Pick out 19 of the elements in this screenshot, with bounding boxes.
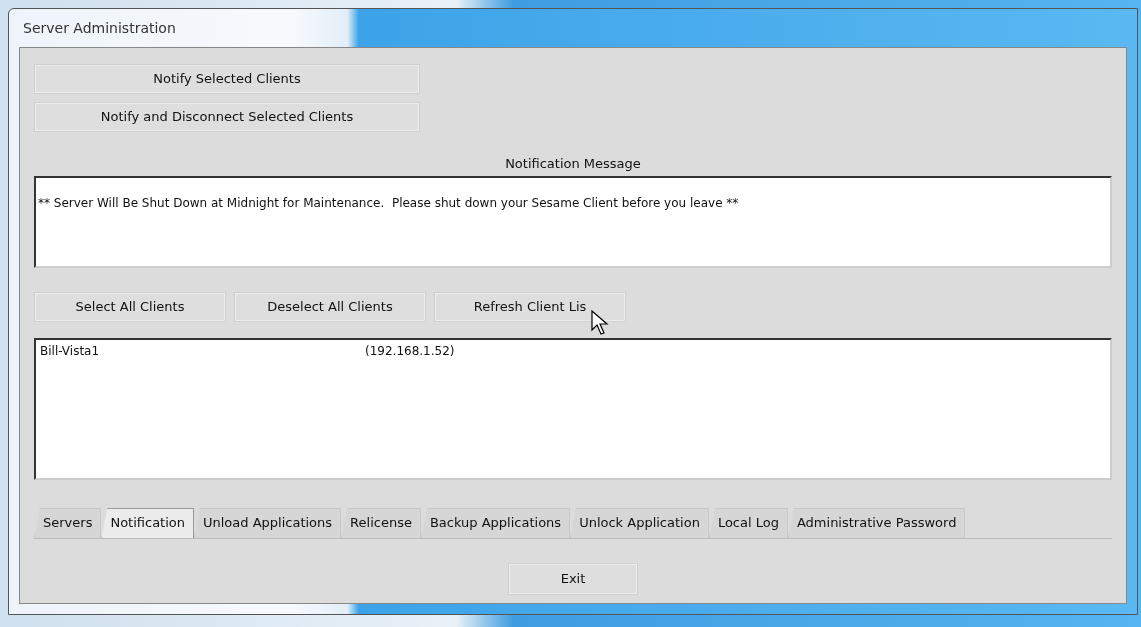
tab[interactable]: Relicense — [341, 507, 421, 538]
tab[interactable]: Administrative Password — [787, 507, 966, 538]
window-title: Server Administration — [22, 18, 177, 38]
message-label: Notification Message — [504, 155, 642, 173]
tab[interactable]: Servers — [34, 507, 102, 538]
notify-button[interactable]: Notify and Disconnect Selected Clients — [34, 102, 420, 132]
message-field[interactable]: ** Server Will Be Shut Down at Midnight for Maintenance. Please shut down your Sesame Client before you leave ** — [34, 175, 1112, 268]
tab[interactable]: Local Log — [708, 507, 788, 538]
client-row[interactable]: Bill-Vista1 (192.168.1.52) — [40, 341, 455, 360]
notify-button[interactable]: Notify Selected Clients — [34, 64, 420, 94]
tab[interactable]: Backup Applications — [420, 507, 571, 538]
tab[interactable]: Unload Applications — [194, 507, 342, 538]
tab[interactable]: Notification — [101, 507, 194, 538]
client-list[interactable]: Bill-Vista1 (192.168.1.52) — [34, 337, 1112, 480]
client-button[interactable]: Refresh Client Lis — [434, 291, 626, 322]
exit-button[interactable]: Exit — [508, 563, 638, 595]
client-button[interactable]: Deselect All Clients — [234, 291, 426, 322]
client-button[interactable]: Select All Clients — [34, 291, 226, 322]
tab[interactable]: Unlock Application — [570, 507, 709, 538]
